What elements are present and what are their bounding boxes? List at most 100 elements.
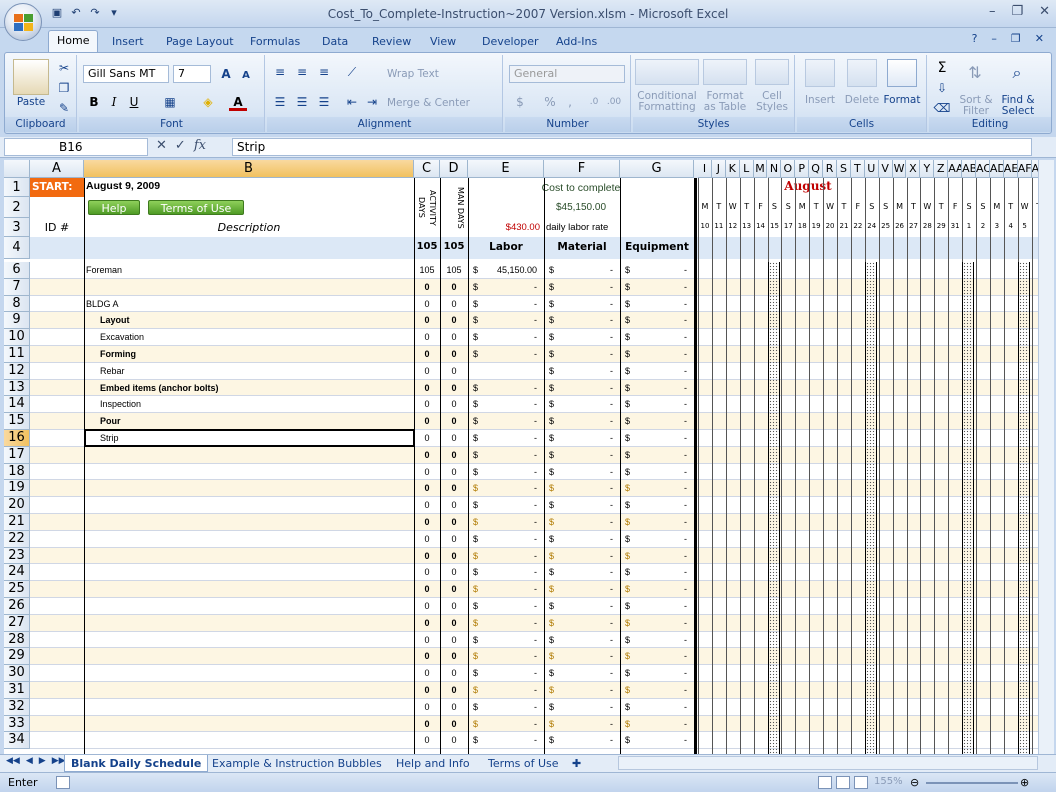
labor-rate-value[interactable]: $430.00: [468, 222, 544, 233]
cell-labor[interactable]: -: [482, 447, 540, 463]
cell-c[interactable]: 0: [414, 447, 440, 463]
row-header-33[interactable]: 33: [4, 715, 30, 733]
cell-d[interactable]: 0: [440, 531, 468, 547]
cell-labor[interactable]: -: [482, 346, 540, 362]
cell-eq[interactable]: -: [634, 682, 690, 698]
row-header-3[interactable]: 3: [4, 218, 30, 237]
borders-icon[interactable]: ▦: [161, 93, 179, 111]
cell-d[interactable]: 0: [440, 548, 468, 564]
cell-eq[interactable]: -: [634, 430, 690, 446]
cell-styles-button[interactable]: Cell Styles: [751, 91, 793, 113]
tab-formulas[interactable]: Formulas: [242, 32, 308, 51]
fill-icon[interactable]: ⇩: [933, 79, 951, 97]
cell-d[interactable]: 0: [440, 279, 468, 295]
start-date[interactable]: August 9, 2009: [86, 180, 160, 192]
cell-mat[interactable]: -: [558, 497, 616, 513]
row-header-10[interactable]: 10: [4, 329, 30, 346]
cell-c[interactable]: 0: [414, 279, 440, 295]
cell-desc[interactable]: [86, 497, 416, 513]
zoom-out-icon[interactable]: ⊖: [910, 776, 919, 789]
cell-eq[interactable]: -: [634, 346, 690, 362]
align-bottom-icon[interactable]: ≡: [315, 63, 333, 81]
cell-mat[interactable]: -: [558, 480, 616, 496]
tab-review[interactable]: Review: [364, 32, 419, 51]
cell-mat[interactable]: -: [558, 329, 616, 345]
cell-desc[interactable]: [86, 464, 416, 480]
cell-mat[interactable]: -: [558, 581, 616, 597]
cell-labor[interactable]: -: [482, 430, 540, 446]
minimize-button[interactable]: –: [989, 4, 996, 19]
cell-mat[interactable]: -: [558, 296, 616, 312]
cell-c[interactable]: 0: [414, 615, 440, 631]
cell-desc[interactable]: [86, 279, 416, 295]
row-header-34[interactable]: 34: [4, 732, 30, 750]
cell-labor[interactable]: -: [482, 564, 540, 580]
cell-labor[interactable]: -: [482, 531, 540, 547]
cell-eq[interactable]: -: [634, 279, 690, 295]
cell-desc[interactable]: [86, 514, 416, 530]
row-header-23[interactable]: 23: [4, 547, 30, 565]
cell-desc[interactable]: [86, 581, 416, 597]
cell-desc[interactable]: [86, 615, 416, 631]
row-header-17[interactable]: 17: [4, 446, 30, 464]
cell-c[interactable]: 0: [414, 363, 440, 379]
horizontal-scrollbar[interactable]: [618, 756, 1038, 770]
font-name-select[interactable]: Gill Sans MT: [83, 65, 169, 83]
cell-c[interactable]: 0: [414, 329, 440, 345]
cell-c[interactable]: 0: [414, 396, 440, 412]
formula-input[interactable]: Strip: [232, 138, 1032, 156]
tab-page-layout[interactable]: Page Layout: [158, 32, 242, 51]
cell-d[interactable]: 0: [440, 312, 468, 328]
cell-labor[interactable]: -: [482, 396, 540, 412]
column-header-g[interactable]: G: [620, 160, 694, 178]
name-box[interactable]: B16: [4, 138, 148, 156]
select-all-corner[interactable]: [4, 160, 30, 178]
workbook-minimize-button[interactable]: –: [991, 32, 997, 45]
cell-eq[interactable]: -: [634, 413, 690, 429]
insert-function-button[interactable]: fx: [194, 138, 206, 153]
column-header-ae[interactable]: AE: [1003, 160, 1018, 178]
cell-d[interactable]: 0: [440, 413, 468, 429]
copy-icon[interactable]: ❐: [55, 79, 73, 97]
cell-desc[interactable]: [86, 648, 416, 664]
cell-c[interactable]: 0: [414, 464, 440, 480]
font-size-select[interactable]: 7: [173, 65, 211, 83]
macro-record-icon[interactable]: [56, 776, 70, 789]
cell-d[interactable]: 0: [440, 699, 468, 715]
cell-d[interactable]: 0: [440, 480, 468, 496]
cell-eq[interactable]: -: [634, 548, 690, 564]
row-header-21[interactable]: 21: [4, 514, 30, 531]
workbook-close-button[interactable]: ✕: [1035, 32, 1044, 45]
column-header-ad[interactable]: AD: [989, 160, 1004, 178]
cell-c[interactable]: 0: [414, 497, 440, 513]
cell-c[interactable]: 0: [414, 682, 440, 698]
cell-c[interactable]: 0: [414, 430, 440, 446]
column-header-r[interactable]: R: [823, 160, 837, 178]
cell-eq[interactable]: -: [634, 716, 690, 732]
cell-c[interactable]: 0: [414, 665, 440, 681]
cell-c[interactable]: 0: [414, 598, 440, 614]
shrink-font-button[interactable]: A: [237, 67, 255, 85]
cell-c[interactable]: 0: [414, 514, 440, 530]
tab-add-ins[interactable]: Add-Ins: [548, 32, 605, 51]
column-header-a[interactable]: A: [30, 160, 84, 178]
cell-mat[interactable]: -: [558, 564, 616, 580]
cell-desc[interactable]: BLDG A: [86, 296, 416, 312]
row-header-32[interactable]: 32: [4, 698, 30, 716]
column-header-k[interactable]: K: [725, 160, 740, 178]
align-middle-icon[interactable]: ≡: [293, 63, 311, 81]
cell-d[interactable]: 0: [440, 581, 468, 597]
italic-button[interactable]: I: [105, 93, 123, 111]
currency-button[interactable]: $: [511, 93, 529, 111]
row-header-30[interactable]: 30: [4, 665, 30, 682]
underline-button[interactable]: U: [125, 93, 143, 111]
cell-mat[interactable]: -: [558, 380, 616, 396]
format-painter-icon[interactable]: ✎: [55, 99, 73, 117]
cell-desc[interactable]: [86, 699, 416, 715]
column-header-s[interactable]: S: [837, 160, 851, 178]
cell-c[interactable]: 0: [414, 564, 440, 580]
column-header-m[interactable]: M: [753, 160, 768, 178]
cell-c[interactable]: 0: [414, 380, 440, 396]
cell-desc[interactable]: Excavation: [100, 329, 416, 345]
cell-eq[interactable]: -: [634, 480, 690, 496]
